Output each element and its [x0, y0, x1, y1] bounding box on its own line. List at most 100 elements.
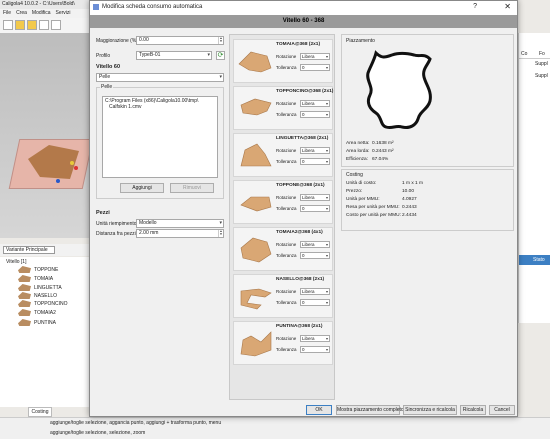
refresh-icon[interactable]: ⟳ [216, 51, 225, 60]
profilo-label: Profilo [96, 53, 111, 59]
pieces-list[interactable]: TOMAIA@368 (2x1) Rotazione Libera ▾ Tolle… [229, 34, 335, 400]
variant-select[interactable]: Variante Principale [3, 246, 55, 254]
open-folder-icon[interactable] [15, 20, 25, 30]
tab-costing[interactable]: Costing [28, 407, 52, 417]
dialog-title: Modifica scheda consumo automatica [102, 4, 203, 10]
costing-value: 10.00 [402, 189, 415, 194]
piece-shape-icon [240, 143, 272, 167]
tree-item[interactable]: TOPPONE [18, 266, 58, 273]
costing-value: 0.2443 [402, 205, 417, 210]
aggiungi-button[interactable]: Aggiungi [120, 183, 164, 193]
column-header[interactable]: Co [521, 51, 527, 57]
cancel-button[interactable]: Cancel [489, 405, 515, 415]
tolleranza-value: 0 [302, 347, 305, 352]
tolleranza-select[interactable]: 0 ▾ [300, 64, 330, 71]
tree-root[interactable]: Vitello [1] [6, 259, 26, 265]
rotazione-value: Libera [302, 289, 315, 294]
menu-modifica[interactable]: Modifica [32, 10, 51, 17]
tree-item[interactable]: PUNTINA [18, 319, 56, 326]
profilo-select[interactable]: TypeB-01 ▾ [136, 51, 212, 60]
costing-value: 1 m x 1 m [402, 181, 424, 186]
hide-file-list[interactable]: C:\Program Files (x86)\Caligola10.00\tmp… [102, 96, 218, 178]
rotazione-select[interactable]: Libera ▾ [300, 147, 330, 154]
column-header[interactable]: Fo [539, 51, 545, 57]
tolleranza-select[interactable]: 0 ▾ [300, 205, 330, 212]
tree-item[interactable]: NASELLO [18, 292, 57, 299]
spinner-icon[interactable]: ▲ ▼ [218, 230, 223, 237]
tolleranza-select[interactable]: 0 ▾ [300, 111, 330, 118]
pelle-group-label: Pelle [100, 84, 114, 90]
mostra-piazzamento-button[interactable]: Mostra piazzamento completo [336, 405, 404, 415]
efficienza-value: 67.04% [372, 157, 389, 162]
app-toolbar [0, 18, 90, 33]
piece-shape-icon [238, 51, 272, 73]
status-column-header[interactable]: Stato [519, 255, 550, 265]
costing-label: Prezzo: [346, 189, 363, 194]
tolleranza-select[interactable]: 0 ▾ [300, 158, 330, 165]
piece-name: LINGUETTA@368 (2x1) [276, 136, 329, 141]
spinner-icon[interactable]: ▲ ▼ [218, 37, 223, 44]
rimuovi-button[interactable]: Rimuovi [170, 183, 214, 193]
piece-shape-icon [240, 331, 272, 357]
tolleranza-select[interactable]: 0 ▾ [300, 346, 330, 353]
profilo-value: TypeB-01 [139, 52, 161, 58]
table-cell[interactable]: Suppl [535, 73, 548, 79]
piece-card: PUNTINA@368 (2x1) Rotazione Libera ▾ Toll… [233, 321, 333, 365]
tolleranza-label: Tolleranza [276, 206, 297, 211]
tree-item[interactable]: TOPPONCINO [18, 300, 68, 307]
tolleranza-value: 0 [302, 65, 305, 70]
chevron-down-icon: ▾ [325, 65, 328, 70]
menu-servizi[interactable]: Servizi [56, 10, 71, 17]
unita-label: Unità riempimento [96, 221, 137, 227]
piece-shape-icon [240, 196, 272, 212]
hide-outline-preview[interactable] [362, 49, 434, 131]
tolleranza-select[interactable]: 0 ▾ [300, 252, 330, 259]
table-cell[interactable]: Suppl [535, 61, 548, 67]
rotazione-value: Libera [302, 336, 315, 341]
open-project-icon[interactable] [27, 20, 37, 30]
settings-icon[interactable] [51, 20, 61, 30]
rotazione-select[interactable]: Libera ▾ [300, 288, 330, 295]
piece-card: TOMAIA2@368 (4x1) Rotazione Libera ▾ Toll… [233, 227, 333, 271]
maggiorazione-input[interactable]: 0.00 ▲ ▼ [136, 36, 224, 45]
sincronizza-button[interactable]: Sincronizza e ricalcola [403, 405, 457, 415]
tolleranza-label: Tolleranza [276, 300, 297, 305]
tolleranza-select[interactable]: 0 ▾ [300, 299, 330, 306]
close-button[interactable]: ✕ [504, 2, 511, 11]
tree-item[interactable]: LINGUETTA [18, 284, 62, 291]
ok-button[interactable]: OK [306, 405, 332, 415]
tolleranza-label: Tolleranza [276, 253, 297, 258]
tree-item-label: TOMAIA [34, 275, 54, 282]
distanza-value: 2.00 mm [139, 230, 159, 236]
distanza-input[interactable]: 2.00 mm ▲ ▼ [136, 229, 224, 238]
3d-viewport[interactable] [0, 33, 94, 238]
chevron-down-icon: ▾ [325, 148, 328, 153]
rotazione-select[interactable]: Libera ▾ [300, 100, 330, 107]
chevron-down-icon: ▾ [325, 159, 328, 164]
menu-crea[interactable]: Crea [16, 10, 27, 17]
rotazione-select[interactable]: Libera ▾ [300, 194, 330, 201]
tree-item[interactable]: TOMAIA [18, 275, 53, 282]
rotazione-label: Rotazione [276, 242, 297, 247]
list-item[interactable]: Calfskin 1.cmv [105, 104, 215, 110]
rotazione-value: Libera [302, 101, 315, 106]
piece-thumbnail-icon [18, 300, 31, 307]
tolleranza-value: 0 [302, 300, 305, 305]
menu-file[interactable]: File [3, 10, 11, 17]
pelle-select-value: Pelle [99, 74, 111, 80]
chevron-down-icon: ▾ [325, 253, 328, 258]
ricalcola-button[interactable]: Ricalcola [460, 405, 486, 415]
rotazione-select[interactable]: Libera ▾ [300, 335, 330, 342]
distanza-label: Distanza fra pezzi [96, 231, 136, 237]
piece-thumbnail-icon [18, 284, 31, 291]
unita-select[interactable]: Modello ▾ [136, 219, 224, 228]
help-button[interactable]: ? [473, 3, 477, 10]
tree-item[interactable]: TOMAIA2 [18, 309, 56, 316]
piece-card: LINGUETTA@368 (2x1) Rotazione Libera ▾ To… [233, 133, 333, 177]
print-icon[interactable] [39, 20, 49, 30]
new-file-icon[interactable] [3, 20, 13, 30]
rotazione-select[interactable]: Libera ▾ [300, 241, 330, 248]
pelle-select[interactable]: Pelle ▾ [96, 73, 224, 82]
material-header: Vitello 60 - 368 [90, 15, 517, 28]
rotazione-select[interactable]: Libera ▾ [300, 53, 330, 60]
